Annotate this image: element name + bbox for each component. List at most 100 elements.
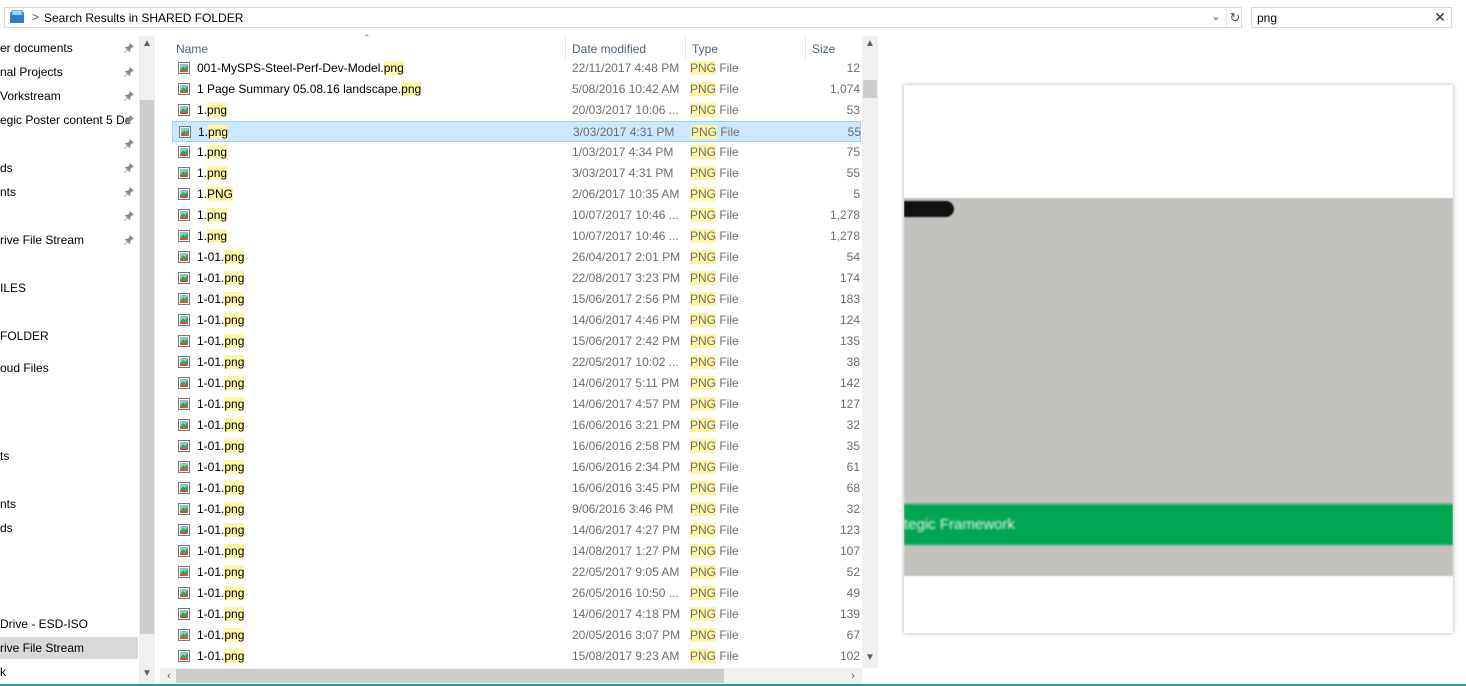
column-divider[interactable] bbox=[685, 36, 686, 60]
search-input[interactable] bbox=[1257, 10, 1427, 25]
nav-item[interactable]: Vorkstream bbox=[0, 85, 138, 107]
scroll-left-icon[interactable]: ‹ bbox=[162, 668, 176, 684]
pin-icon[interactable] bbox=[122, 85, 136, 107]
scroll-up-icon[interactable]: ▲ bbox=[862, 38, 878, 52]
pin-icon[interactable] bbox=[122, 157, 136, 179]
scroll-right-icon[interactable]: › bbox=[846, 668, 860, 684]
file-row[interactable]: 1-01.png 26/05/2016 10:50 ... PNG File 49 bbox=[172, 583, 861, 604]
nav-item[interactable]: nal Projects bbox=[0, 61, 138, 83]
column-divider[interactable] bbox=[805, 36, 806, 60]
scroll-up-icon[interactable]: ▲ bbox=[139, 38, 155, 52]
pin-icon[interactable] bbox=[122, 181, 136, 203]
file-row[interactable]: 1-01.png 16/06/2016 3:45 PM PNG File 68 bbox=[172, 478, 861, 499]
png-file-icon bbox=[178, 419, 190, 431]
address-bar[interactable]: > Search Results in SHARED FOLDER ⌄ ↻ bbox=[4, 7, 1242, 28]
file-type-suffix: File bbox=[716, 61, 739, 75]
file-row[interactable]: 1-01.png 14/08/2017 1:27 PM PNG File 107 bbox=[172, 541, 861, 562]
nav-item[interactable]: rive File Stream bbox=[0, 637, 138, 659]
search-box[interactable]: ✕ bbox=[1251, 7, 1452, 28]
file-row[interactable]: 1-01.png 15/08/2017 9:23 AM PNG File 102 bbox=[172, 646, 861, 667]
file-list-horizontal-scrollbar[interactable]: ‹ › bbox=[160, 668, 862, 684]
pin-icon[interactable] bbox=[122, 37, 136, 59]
file-row[interactable]: 1-01.png 22/05/2017 9:05 AM PNG File 52 bbox=[172, 562, 861, 583]
search-match-highlight: png bbox=[401, 82, 422, 96]
nav-item[interactable]: rive File Stream bbox=[0, 229, 138, 251]
pin-icon[interactable] bbox=[122, 229, 136, 251]
file-row[interactable]: 1.png 10/07/2017 10:46 ... PNG File 1,278 bbox=[172, 226, 861, 247]
file-row[interactable]: 1-01.png 22/05/2017 10:02 ... PNG File 38 bbox=[172, 352, 861, 373]
scroll-down-icon[interactable]: ▼ bbox=[862, 652, 878, 666]
file-row[interactable]: 001-MySPS-Steel-Perf-Dev-Model.png 22/11/… bbox=[172, 58, 861, 79]
vertical-scrollbar-thumb[interactable] bbox=[863, 80, 877, 98]
file-row[interactable]: 1-01.png 14/06/2017 4:27 PM PNG File 123 bbox=[172, 520, 861, 541]
nav-item[interactable]: ds bbox=[0, 517, 138, 539]
file-row[interactable]: 1.png 3/03/2017 4:31 PM PNG File 55 bbox=[172, 121, 861, 142]
file-row[interactable]: 1-01.png 9/06/2016 3:46 PM PNG File 32 bbox=[172, 499, 861, 520]
nav-item[interactable]: k bbox=[0, 661, 138, 683]
nav-scrollbar[interactable]: ▲ ▼ bbox=[139, 36, 155, 686]
file-row[interactable]: 1.png 10/07/2017 10:46 ... PNG File 1,278 bbox=[172, 205, 861, 226]
file-date-modified: 22/05/2017 9:05 AM bbox=[572, 565, 680, 579]
file-row[interactable]: 1-01.png 16/06/2016 2:34 PM PNG File 61 bbox=[172, 457, 861, 478]
breadcrumb-path[interactable]: Search Results in SHARED FOLDER bbox=[44, 11, 243, 25]
nav-item[interactable]: nts bbox=[0, 493, 138, 515]
file-row[interactable]: 1.png 20/03/2017 10:06 ... PNG File 53 bbox=[172, 100, 861, 121]
nav-item[interactable]: FOLDER bbox=[0, 325, 138, 347]
file-row[interactable]: 1-01.png 15/06/2017 2:56 PM PNG File 183 bbox=[172, 289, 861, 310]
file-row[interactable]: 1-01.png 15/06/2017 2:42 PM PNG File 135 bbox=[172, 331, 861, 352]
scroll-down-icon[interactable]: ▼ bbox=[139, 668, 155, 682]
refresh-icon[interactable]: ↻ bbox=[1226, 9, 1243, 26]
file-date-modified: 2/06/2017 10:35 AM bbox=[572, 187, 680, 201]
nav-scrollbar-thumb[interactable] bbox=[140, 100, 154, 634]
nav-item[interactable]: ts bbox=[0, 445, 138, 467]
nav-item[interactable] bbox=[0, 133, 138, 155]
nav-item[interactable]: nts bbox=[0, 181, 138, 203]
file-row[interactable]: 1-01.png 14/06/2017 5:11 PM PNG File 142 bbox=[172, 373, 861, 394]
pin-icon[interactable] bbox=[122, 133, 136, 155]
column-header-type[interactable]: Type bbox=[692, 41, 718, 57]
column-divider[interactable] bbox=[565, 36, 566, 60]
file-row[interactable]: 1.PNG 2/06/2017 10:35 AM PNG File 5 bbox=[172, 184, 861, 205]
file-row[interactable]: 1-01.png 16/06/2016 2:58 PM PNG File 35 bbox=[172, 436, 861, 457]
file-type-suffix: File bbox=[716, 376, 739, 390]
file-row[interactable]: 1-01.png 14/06/2017 4:46 PM PNG File 124 bbox=[172, 310, 861, 331]
preview-banner: tegic Framework bbox=[904, 504, 1453, 545]
close-icon[interactable]: ✕ bbox=[1432, 9, 1448, 26]
column-header-size[interactable]: Size bbox=[812, 41, 835, 57]
horizontal-scrollbar-thumb[interactable] bbox=[176, 669, 724, 683]
nav-item[interactable]: er documents bbox=[0, 37, 138, 59]
column-header-date[interactable]: Date modified bbox=[572, 41, 646, 57]
search-match-highlight: png bbox=[224, 628, 245, 642]
pin-icon[interactable] bbox=[122, 109, 136, 131]
file-row[interactable]: 1 Page Summary 05.08.16 landscape.png 5/0… bbox=[172, 79, 861, 100]
nav-item[interactable]: oud Files bbox=[0, 357, 138, 379]
file-list-vertical-scrollbar[interactable]: ▲ ▼ bbox=[862, 36, 878, 668]
nav-item[interactable] bbox=[0, 205, 138, 227]
file-type: PNG File bbox=[690, 355, 739, 369]
file-type-suffix: File bbox=[717, 125, 740, 139]
file-row[interactable]: 1-01.png 14/06/2017 4:57 PM PNG File 127 bbox=[172, 394, 861, 415]
pin-icon[interactable] bbox=[122, 205, 136, 227]
file-row[interactable]: 1-01.png 14/06/2017 4:18 PM PNG File 139 bbox=[172, 604, 861, 625]
file-row[interactable]: 1.png 3/03/2017 4:31 PM PNG File 55 bbox=[172, 163, 861, 184]
nav-item[interactable]: ILES bbox=[0, 277, 138, 299]
breadcrumb-separator[interactable]: > bbox=[32, 10, 39, 24]
file-name: 1-01.png bbox=[197, 628, 245, 642]
nav-item[interactable]: Drive - ESD-ISO bbox=[0, 613, 138, 635]
search-match-highlight: PNG bbox=[690, 607, 717, 621]
file-rows: 001-MySPS-Steel-Perf-Dev-Model.png 22/11/… bbox=[160, 58, 862, 668]
address-bar-row: > Search Results in SHARED FOLDER ⌄ ↻ ✕ bbox=[0, 0, 1466, 36]
nav-item[interactable]: ds bbox=[0, 157, 138, 179]
file-row[interactable]: 1-01.png 16/06/2016 3:21 PM PNG File 32 bbox=[172, 415, 861, 436]
chevron-down-icon[interactable]: ⌄ bbox=[1208, 9, 1224, 26]
file-name: 1-01.png bbox=[197, 334, 245, 348]
pin-icon[interactable] bbox=[122, 61, 136, 83]
file-row[interactable]: 1-01.png 22/08/2017 3:23 PM PNG File 174 bbox=[172, 268, 861, 289]
nav-item[interactable]: egic Poster content 5 De bbox=[0, 109, 138, 131]
file-row[interactable]: 1-01.png 26/04/2017 2:01 PM PNG File 54 bbox=[172, 247, 861, 268]
file-row[interactable]: 1.png 1/03/2017 4:34 PM PNG File 75 bbox=[172, 142, 861, 163]
column-header-name[interactable]: Name bbox=[176, 41, 208, 57]
file-row[interactable]: 1-01.png 20/05/2016 3:07 PM PNG File 67 bbox=[172, 625, 861, 646]
file-type: PNG File bbox=[690, 145, 739, 159]
file-date-modified: 14/06/2017 4:27 PM bbox=[572, 523, 681, 537]
